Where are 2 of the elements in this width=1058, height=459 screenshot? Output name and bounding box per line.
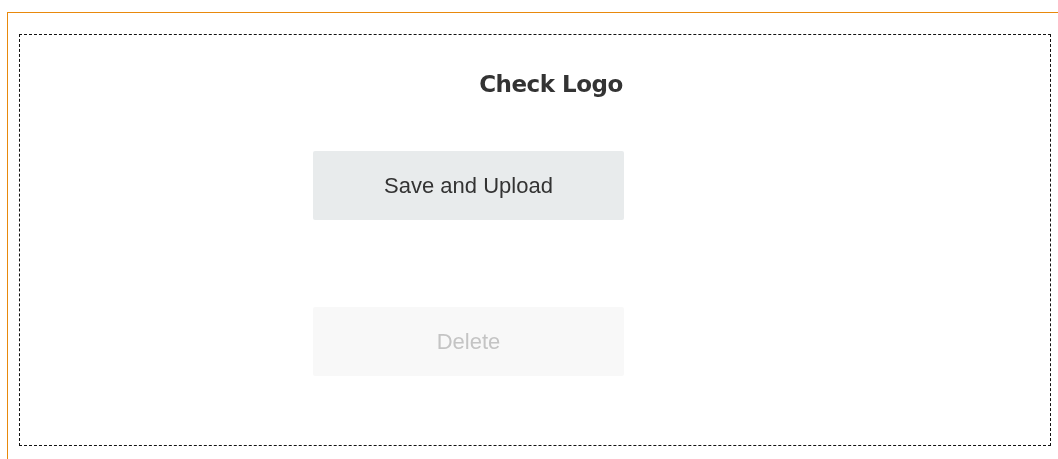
title: Check Logo [479,71,623,97]
save-upload-button[interactable]: Save and Upload [313,151,624,220]
